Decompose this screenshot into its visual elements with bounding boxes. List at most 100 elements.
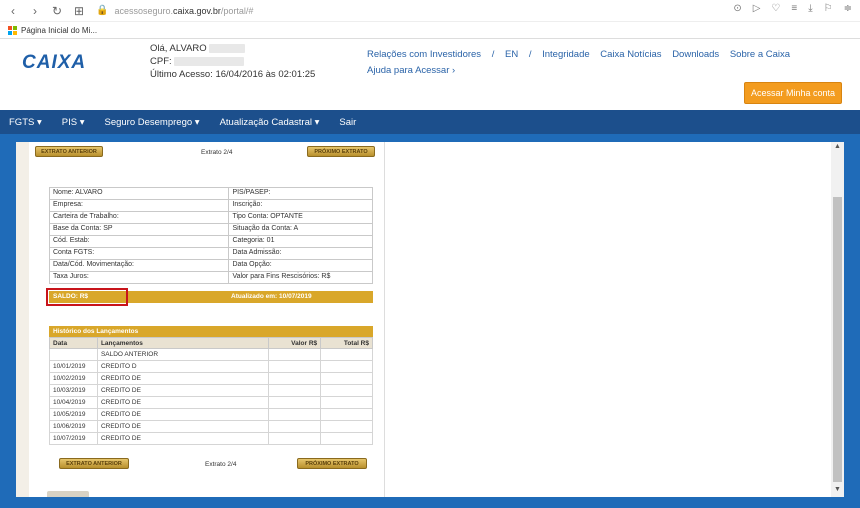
table-cell: 10/05/2019 — [49, 408, 98, 421]
nav-sair[interactable]: Sair — [339, 117, 356, 128]
extension-icon[interactable]: ⚐ — [824, 3, 833, 14]
browser-toolbar: ‹ › ↻ ⊞ 🔒 acessoseguro. caixa.gov.br /po… — [0, 0, 860, 22]
table-row: SALDO ANTERIOR — [49, 348, 373, 361]
next-extract-button[interactable]: PRÓXIMO EXTRATO — [307, 146, 375, 157]
site-header: CAIXA Olá, ALVARO CPF: Último Acesso: 16… — [0, 39, 860, 110]
bottom-button-partial[interactable] — [47, 491, 89, 497]
reload-icon[interactable]: ↻ — [48, 2, 66, 20]
history-title: Histórico dos Lançamentos — [49, 326, 373, 337]
apps-icon[interactable]: ⊞ — [70, 2, 88, 20]
send-icon[interactable]: ▷ — [753, 3, 761, 14]
info-row: Nome: ALVARO PIS/PASEP: — [48, 187, 373, 200]
table-cell — [320, 360, 373, 373]
scrollbar[interactable]: ▲ ▼ — [831, 142, 844, 497]
settings-icon[interactable]: ≑ — [844, 3, 852, 14]
link-noticias[interactable]: Caixa Notícias — [600, 49, 661, 60]
table-cell — [320, 348, 373, 361]
access-account-button[interactable]: Acessar Minha conta — [744, 82, 842, 104]
info-cell: Tipo Conta: OPTANTE — [228, 211, 373, 224]
info-cell: Data Admissão: — [228, 247, 373, 260]
right-panel — [384, 142, 844, 497]
table-cell — [268, 360, 322, 373]
url-host: caixa.gov.br — [173, 5, 221, 16]
col-header: Data — [49, 337, 98, 349]
nav-atualizacao[interactable]: Atualização Cadastral ▾ — [220, 117, 320, 128]
bookmarks-bar: Página Inicial do Mi... — [0, 22, 860, 39]
nav-seguro[interactable]: Seguro Desemprego ▾ — [104, 117, 199, 128]
next-extract-button-bottom[interactable]: PRÓXIMO EXTRATO — [297, 458, 367, 469]
table-cell — [49, 348, 98, 361]
scroll-down-icon[interactable]: ▼ — [831, 486, 844, 496]
info-cell: Cód. Estab: — [48, 235, 230, 248]
info-row: Taxa Juros: Valor para Fins Rescisórios: … — [48, 271, 373, 284]
table-cell — [268, 432, 322, 445]
help-link[interactable]: Ajuda para Acessar › — [367, 65, 455, 76]
table-cell: CREDITO DE — [96, 408, 270, 421]
last-access: Último Acesso: 16/04/2016 às 02:01:25 — [150, 69, 316, 80]
table-cell — [320, 396, 373, 409]
info-cell: Data Opção: — [228, 259, 373, 272]
table-row: 10/04/2019 CREDITO DE — [49, 396, 373, 409]
extract-panel: EXTRATO ANTERIOR Extrato 2/4 PRÓXIMO EXT… — [16, 142, 385, 497]
page-indicator-bottom: Extrato 2/4 — [205, 461, 237, 468]
address-bar[interactable]: 🔒 acessoseguro. caixa.gov.br /portal/# — [96, 5, 253, 16]
table-cell: 10/02/2019 — [49, 372, 98, 385]
table-cell — [320, 384, 373, 397]
info-cell: Base da Conta: SP — [48, 223, 230, 236]
content-frame: EXTRATO ANTERIOR Extrato 2/4 PRÓXIMO EXT… — [16, 142, 844, 497]
link-sobre[interactable]: Sobre a Caixa — [730, 49, 790, 60]
table-cell: CREDITO DE — [96, 420, 270, 433]
col-header: Valor R$ — [268, 337, 322, 349]
history-table: Data Lançamentos Valor R$ Total R$ SALDO… — [49, 337, 373, 445]
nav-pis[interactable]: PIS ▾ — [62, 117, 85, 128]
scroll-thumb[interactable] — [833, 197, 842, 482]
table-cell: CREDITO DE — [96, 372, 270, 385]
link-downloads[interactable]: Downloads — [672, 49, 719, 60]
table-cell: 10/03/2019 — [49, 384, 98, 397]
info-cell: Data/Cód. Movimentação: — [48, 259, 230, 272]
table-row: 10/07/2019 CREDITO DE — [49, 432, 373, 445]
info-cell: Valor para Fins Rescisórios: R$ — [228, 271, 373, 284]
menu-icon[interactable]: ≡ — [791, 3, 797, 14]
table-row: 10/05/2019 CREDITO DE — [49, 408, 373, 421]
col-header: Total R$ — [320, 337, 373, 349]
info-row: Cód. Estab: Categoria: 01 — [48, 235, 373, 248]
url-prefix: acessoseguro. — [114, 5, 173, 16]
link-separator: / — [491, 49, 495, 60]
nav-fgts[interactable]: FGTS ▾ — [9, 117, 42, 128]
info-row: Carteira de Trabalho: Tipo Conta: OPTANTE — [48, 211, 373, 224]
table-cell — [320, 372, 373, 385]
heart-icon[interactable]: ♡ — [771, 3, 780, 14]
back-icon[interactable]: ‹ — [4, 2, 22, 20]
link-en[interactable]: EN — [505, 49, 518, 60]
bookmark-item[interactable]: Página Inicial do Mi... — [21, 26, 97, 35]
table-row: 10/01/2019 CREDITO D — [49, 360, 373, 373]
link-investidores[interactable]: Relações com Investidores — [367, 49, 481, 60]
link-integridade[interactable]: Integridade — [542, 49, 590, 60]
table-cell — [268, 372, 322, 385]
extract-document: EXTRATO ANTERIOR Extrato 2/4 PRÓXIMO EXT… — [29, 142, 385, 497]
table-cell — [268, 396, 322, 409]
info-row: Empresa: Inscrição: — [48, 199, 373, 212]
scroll-up-icon[interactable]: ▲ — [831, 143, 844, 153]
table-cell: CREDITO DE — [96, 384, 270, 397]
table-row: 10/02/2019 CREDITO DE — [49, 372, 373, 385]
info-cell: Taxa Juros: — [48, 271, 230, 284]
table-cell — [268, 348, 322, 361]
camera-icon[interactable]: ⊙ — [733, 3, 741, 14]
table-cell — [268, 384, 322, 397]
table-cell: CREDITO D — [96, 360, 270, 373]
table-cell: SALDO ANTERIOR — [96, 348, 270, 361]
link-separator: / — [528, 49, 532, 60]
table-cell: CREDITO DE — [96, 432, 270, 445]
download-icon[interactable]: ⤓ — [808, 3, 812, 14]
prev-extract-button-bottom[interactable]: EXTRATO ANTERIOR — [59, 458, 129, 469]
forward-icon[interactable]: › — [26, 2, 44, 20]
table-cell — [268, 420, 322, 433]
caixa-logo[interactable]: CAIXA — [22, 52, 86, 74]
windows-icon — [8, 25, 17, 35]
info-cell: Categoria: 01 — [228, 235, 373, 248]
prev-extract-button[interactable]: EXTRATO ANTERIOR — [35, 146, 103, 157]
table-row: 10/06/2019 CREDITO DE — [49, 420, 373, 433]
info-row: Base da Conta: SP Situação da Conta: A — [48, 223, 373, 236]
